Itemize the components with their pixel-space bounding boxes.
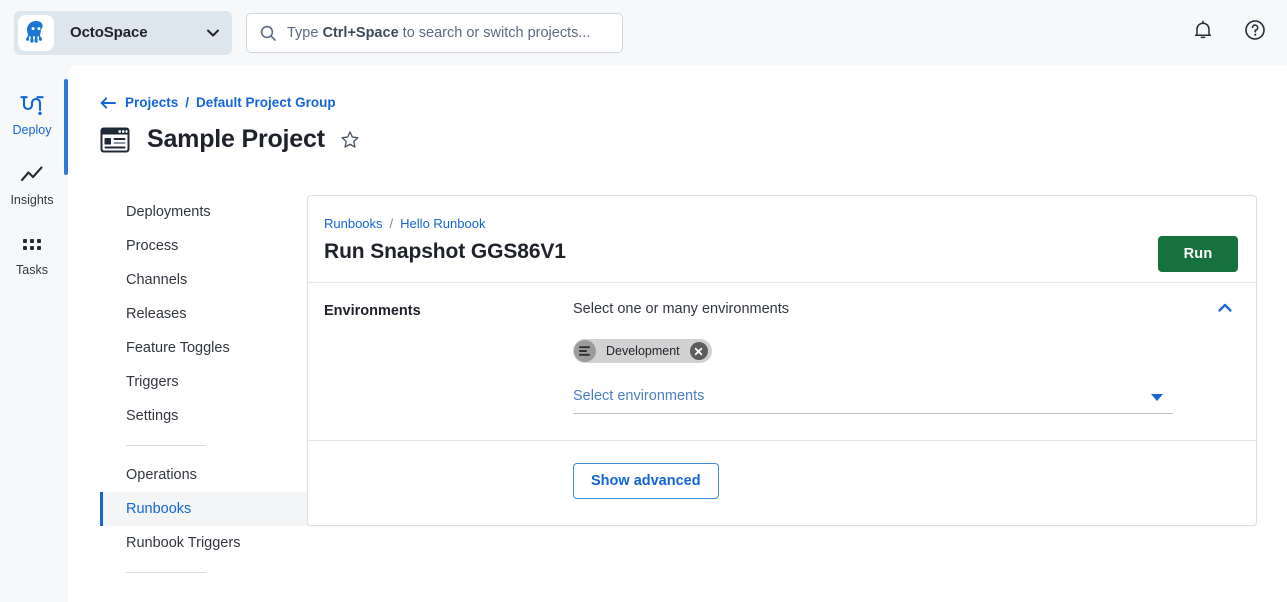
nav-label: Channels xyxy=(126,272,188,288)
environment-select[interactable]: Select environments xyxy=(573,387,1173,414)
search-placeholder-shortcut: Ctrl+Space xyxy=(322,25,399,41)
card-header: Runbooks / Hello Runbook Run Snapshot GG… xyxy=(308,196,1256,283)
topbar-actions xyxy=(1191,18,1267,42)
rail-label-insights: Insights xyxy=(10,193,54,207)
primary-nav-rail: Deploy Insights Tasks xyxy=(0,65,64,602)
environment-select-placeholder: Select environments xyxy=(573,388,705,404)
card-breadcrumb-link-runbooks[interactable]: Runbooks xyxy=(324,216,383,231)
advanced-spacer xyxy=(308,463,573,499)
arrow-left-icon[interactable] xyxy=(100,96,117,110)
nav-label: Releases xyxy=(126,306,187,322)
nav-label: Settings xyxy=(126,408,179,424)
breadcrumb-link-projects[interactable]: Projects xyxy=(125,95,178,110)
nav-item-channels[interactable]: Channels xyxy=(100,263,324,297)
page-title-row: Sample Project xyxy=(100,125,360,154)
nav-item-runbook-triggers[interactable]: Runbook Triggers xyxy=(100,526,324,560)
nav-label: Triggers xyxy=(126,374,179,390)
chip-label: Development xyxy=(606,344,680,358)
card-title: Run Snapshot GGS86V1 xyxy=(324,240,566,263)
nav-divider xyxy=(126,572,206,573)
nav-item-triggers[interactable]: Triggers xyxy=(100,365,324,399)
nav-label: Deployments xyxy=(126,204,211,220)
project-nav: Deployments Process Channels Releases Fe… xyxy=(100,195,324,585)
nav-label: Feature Toggles xyxy=(126,340,230,356)
rail-item-tasks[interactable]: Tasks xyxy=(0,231,64,293)
rail-item-insights[interactable]: Insights xyxy=(0,161,64,223)
nav-item-releases[interactable]: Releases xyxy=(100,297,324,331)
space-name-label: OctoSpace xyxy=(70,24,148,41)
card-breadcrumb: Runbooks / Hello Runbook xyxy=(324,216,1232,231)
page-title: Sample Project xyxy=(147,125,325,153)
nav-label: Process xyxy=(126,238,179,254)
environments-body: Select one or many environments Developm… xyxy=(573,301,1256,414)
help-circle-icon[interactable] xyxy=(1243,18,1267,42)
breadcrumb-link-project-group[interactable]: Default Project Group xyxy=(196,95,336,110)
nav-divider xyxy=(126,445,206,446)
breadcrumb: Projects / Default Project Group xyxy=(100,95,336,110)
search-icon xyxy=(259,24,277,42)
nav-item-runbooks[interactable]: Runbooks xyxy=(100,492,324,526)
run-button[interactable]: Run xyxy=(1158,236,1238,272)
search-placeholder: Type Ctrl+Space to search or switch proj… xyxy=(287,25,590,41)
environment-icon xyxy=(574,340,596,362)
rail-item-deploy[interactable]: Deploy xyxy=(0,91,64,153)
caret-down-icon xyxy=(1151,394,1163,401)
search-placeholder-suffix: to search or switch projects... xyxy=(398,25,591,41)
environment-chip-development[interactable]: Development xyxy=(573,339,712,363)
advanced-section: Show advanced xyxy=(308,441,1256,525)
breadcrumb-separator: / xyxy=(185,95,190,110)
octopus-logo xyxy=(18,14,54,51)
nav-item-settings[interactable]: Settings xyxy=(100,399,324,433)
card-breadcrumb-separator: / xyxy=(389,216,394,231)
search-input[interactable]: Type Ctrl+Space to search or switch proj… xyxy=(246,13,623,53)
environments-label: Environments xyxy=(324,303,421,319)
project-icon xyxy=(100,126,130,154)
bell-icon[interactable] xyxy=(1191,18,1215,42)
nav-label: Runbooks xyxy=(126,501,192,517)
environments-section: Environments Select one or many environm… xyxy=(308,283,1256,441)
card-breadcrumb-link-hello-runbook[interactable]: Hello Runbook xyxy=(400,216,485,231)
nav-item-operations[interactable]: Operations xyxy=(100,458,324,492)
chevron-up-icon[interactable] xyxy=(1214,297,1236,319)
nav-item-feature-toggles[interactable]: Feature Toggles xyxy=(100,331,324,365)
tasks-icon xyxy=(20,231,44,259)
nav-item-deployments[interactable]: Deployments xyxy=(100,195,324,229)
nav-label: Runbook Triggers xyxy=(126,535,241,551)
rail-label-tasks: Tasks xyxy=(16,263,48,277)
app-root: OctoSpace Type Ctrl+Space to search or s… xyxy=(0,0,1287,602)
star-outline-icon[interactable] xyxy=(340,130,360,150)
search-placeholder-prefix: Type xyxy=(287,25,323,41)
environments-caption: Select one or many environments xyxy=(573,301,789,317)
close-circle-icon[interactable] xyxy=(689,342,708,360)
space-switcher[interactable]: OctoSpace xyxy=(14,10,232,55)
nav-item-process[interactable]: Process xyxy=(100,229,324,263)
show-advanced-button[interactable]: Show advanced xyxy=(573,463,719,499)
nav-label: Operations xyxy=(126,467,197,483)
chevron-down-icon xyxy=(204,24,222,42)
rail-label-deploy: Deploy xyxy=(12,123,52,137)
page-panel: Projects / Default Project Group Sample … xyxy=(68,65,1287,602)
insights-icon xyxy=(19,161,45,189)
top-bar: OctoSpace Type Ctrl+Space to search or s… xyxy=(0,0,1287,65)
deploy-icon xyxy=(19,91,45,119)
run-snapshot-card: Runbooks / Hello Runbook Run Snapshot GG… xyxy=(307,195,1257,526)
